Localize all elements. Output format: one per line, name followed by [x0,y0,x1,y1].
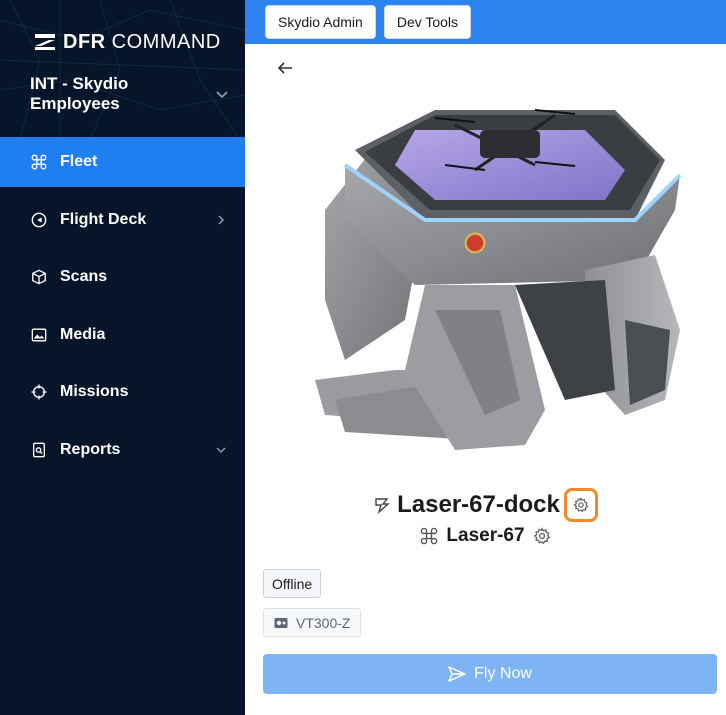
sidebar-item-label: Missions [60,383,129,400]
dock-title-row: Laser-67-dock [245,488,726,522]
sidebar-item-missions[interactable]: Missions [0,367,245,417]
sidebar-item-label: Media [60,325,106,343]
sidebar: DFR COMMAND INT - Skydio Employees Fleet… [0,0,245,715]
drone-title-row: Laser-67 [245,525,726,547]
sidebar-nav: Fleet Flight Deck Scans Media Missions R… [0,137,245,482]
logo-mark-icon [35,34,55,50]
dock-name: Laser-67-dock [397,491,560,518]
fly-now-button[interactable]: Fly Now [263,654,717,694]
dock-image [315,109,682,450]
dock-settings-button[interactable] [563,488,598,522]
send-icon [448,666,466,682]
app-root: DFR COMMAND INT - Skydio Employees Fleet… [0,0,726,715]
drone-settings-gear-icon[interactable] [533,527,551,545]
sidebar-item-reports[interactable]: Reports [0,425,245,475]
sidebar-item-label: Fleet [60,153,98,170]
logo-text-light: COMMAND [105,30,221,53]
drone-name: Laser-67 [446,525,525,546]
chevron-right-icon [218,215,224,224]
app-logo[interactable]: DFR COMMAND [35,30,221,54]
sidebar-item-scans[interactable]: Scans [0,252,245,302]
crosshair-icon [30,383,48,401]
chevron-down-icon [216,91,228,99]
sidebar-item-label: Reports [60,440,121,458]
camera-module-icon [274,617,288,628]
sidebar-item-label: Scans [60,268,108,285]
dev-tools-button[interactable]: Dev Tools [383,5,472,39]
main-content: Skydio Admin Dev Tools Laser-67-dock Las… [245,0,726,715]
model-name: VT300-Z [296,614,351,631]
org-selector[interactable]: INT - Skydio Employees [30,74,230,114]
skydio-admin-button[interactable]: Skydio Admin [265,5,376,39]
model-badge: VT300-Z [263,608,362,637]
logo-text-bold: DFR [63,30,106,53]
map-background [0,0,245,140]
image-icon [30,326,48,344]
chevron-down-icon [216,447,226,453]
sidebar-item-flight-deck[interactable]: Flight Deck [0,195,245,245]
sidebar-item-label: Flight Deck [60,210,147,228]
drone-icon [30,153,48,171]
status-badge: Offline [263,569,322,598]
fly-now-label: Fly Now [474,665,532,682]
org-name: INT - Skydio Employees [30,74,129,113]
compass-icon [30,211,48,229]
sidebar-item-media[interactable]: Media [0,310,245,360]
top-bar: Skydio Admin Dev Tools [245,0,726,44]
sidebar-item-fleet[interactable]: Fleet [0,137,245,187]
cube-icon [30,268,48,286]
logo-text: DFR COMMAND [63,31,221,54]
drone-icon [421,527,438,545]
report-icon [30,441,48,459]
dock-icon [375,498,390,514]
gear-icon [573,497,589,513]
